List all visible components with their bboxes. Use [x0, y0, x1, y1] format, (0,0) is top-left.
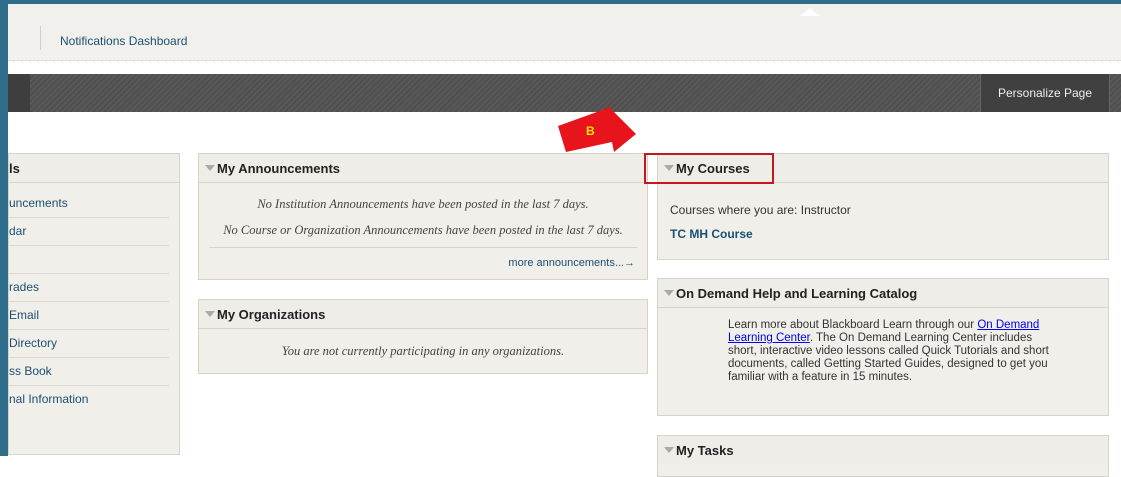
- tool-item-announcements[interactable]: uncements: [9, 190, 169, 218]
- collapse-triangle-icon[interactable]: [205, 311, 215, 317]
- course-announcements-text: No Course or Organization Announcements …: [223, 223, 623, 237]
- help-title: On Demand Help and Learning Catalog: [676, 286, 918, 301]
- collapse-triangle-icon[interactable]: [664, 447, 674, 453]
- window-edge: [0, 0, 8, 456]
- tool-item-email[interactable]: Email: [9, 302, 169, 330]
- tasks-module-header[interactable]: My Tasks: [658, 436, 1108, 464]
- highlight-box: [644, 153, 774, 184]
- annotation-arrow-icon: B: [558, 104, 636, 152]
- help-module: On Demand Help and Learning Catalog Lear…: [657, 278, 1109, 416]
- annotation-label: B: [586, 124, 595, 138]
- tools-list: uncements dar rades Email Directory ss B…: [9, 190, 169, 413]
- toolbar-left-edge: [8, 74, 30, 112]
- announcements-divider: [209, 247, 637, 248]
- tools-module-title: ls: [9, 161, 20, 176]
- organizations-empty-text: You are not currently participating in a…: [281, 344, 565, 358]
- active-tab-indicator: [800, 8, 820, 16]
- tool-item-address-book[interactable]: ss Book: [9, 358, 169, 386]
- personalize-page-button[interactable]: Personalize Page: [980, 74, 1110, 112]
- more-announcements-link[interactable]: more announcements...→: [508, 257, 635, 269]
- courses-role-label: Courses where you are: Instructor: [670, 203, 851, 217]
- collapse-triangle-icon[interactable]: [205, 165, 215, 171]
- tab-separator: [40, 26, 41, 50]
- organizations-module: My Organizations You are not currently p…: [198, 299, 648, 374]
- tool-item-personal-information[interactable]: nal Information: [9, 386, 169, 413]
- tools-module-header: ls: [9, 154, 179, 183]
- tool-item-directory[interactable]: Directory: [9, 330, 169, 358]
- tool-item-calendar[interactable]: dar: [9, 218, 169, 246]
- tasks-module: My Tasks: [657, 435, 1109, 477]
- help-description: Learn more about Blackboard Learn throug…: [728, 319, 1053, 384]
- help-module-header[interactable]: On Demand Help and Learning Catalog: [658, 279, 1108, 308]
- collapse-triangle-icon[interactable]: [664, 290, 674, 296]
- tool-item-blank[interactable]: [9, 246, 169, 274]
- announcements-module: My Announcements No Institution Announce…: [198, 153, 648, 280]
- tab-notifications-dashboard[interactable]: Notifications Dashboard: [60, 34, 187, 48]
- tools-module: ls uncements dar rades Email Directory s…: [8, 153, 180, 455]
- decorative-dot-strip: [10, 57, 1121, 65]
- organizations-title: My Organizations: [217, 307, 326, 322]
- announcements-title: My Announcements: [217, 161, 341, 176]
- organizations-module-header[interactable]: My Organizations: [199, 300, 647, 329]
- help-text-before: Learn more about Blackboard Learn throug…: [728, 319, 978, 331]
- tab-bar: Notifications Dashboard: [0, 4, 1121, 61]
- course-link-tc-mh[interactable]: TC MH Course: [670, 227, 753, 241]
- announcements-module-header[interactable]: My Announcements: [199, 154, 647, 183]
- institution-announcements-text: No Institution Announcements have been p…: [257, 197, 589, 211]
- tool-item-grades[interactable]: rades: [9, 274, 169, 302]
